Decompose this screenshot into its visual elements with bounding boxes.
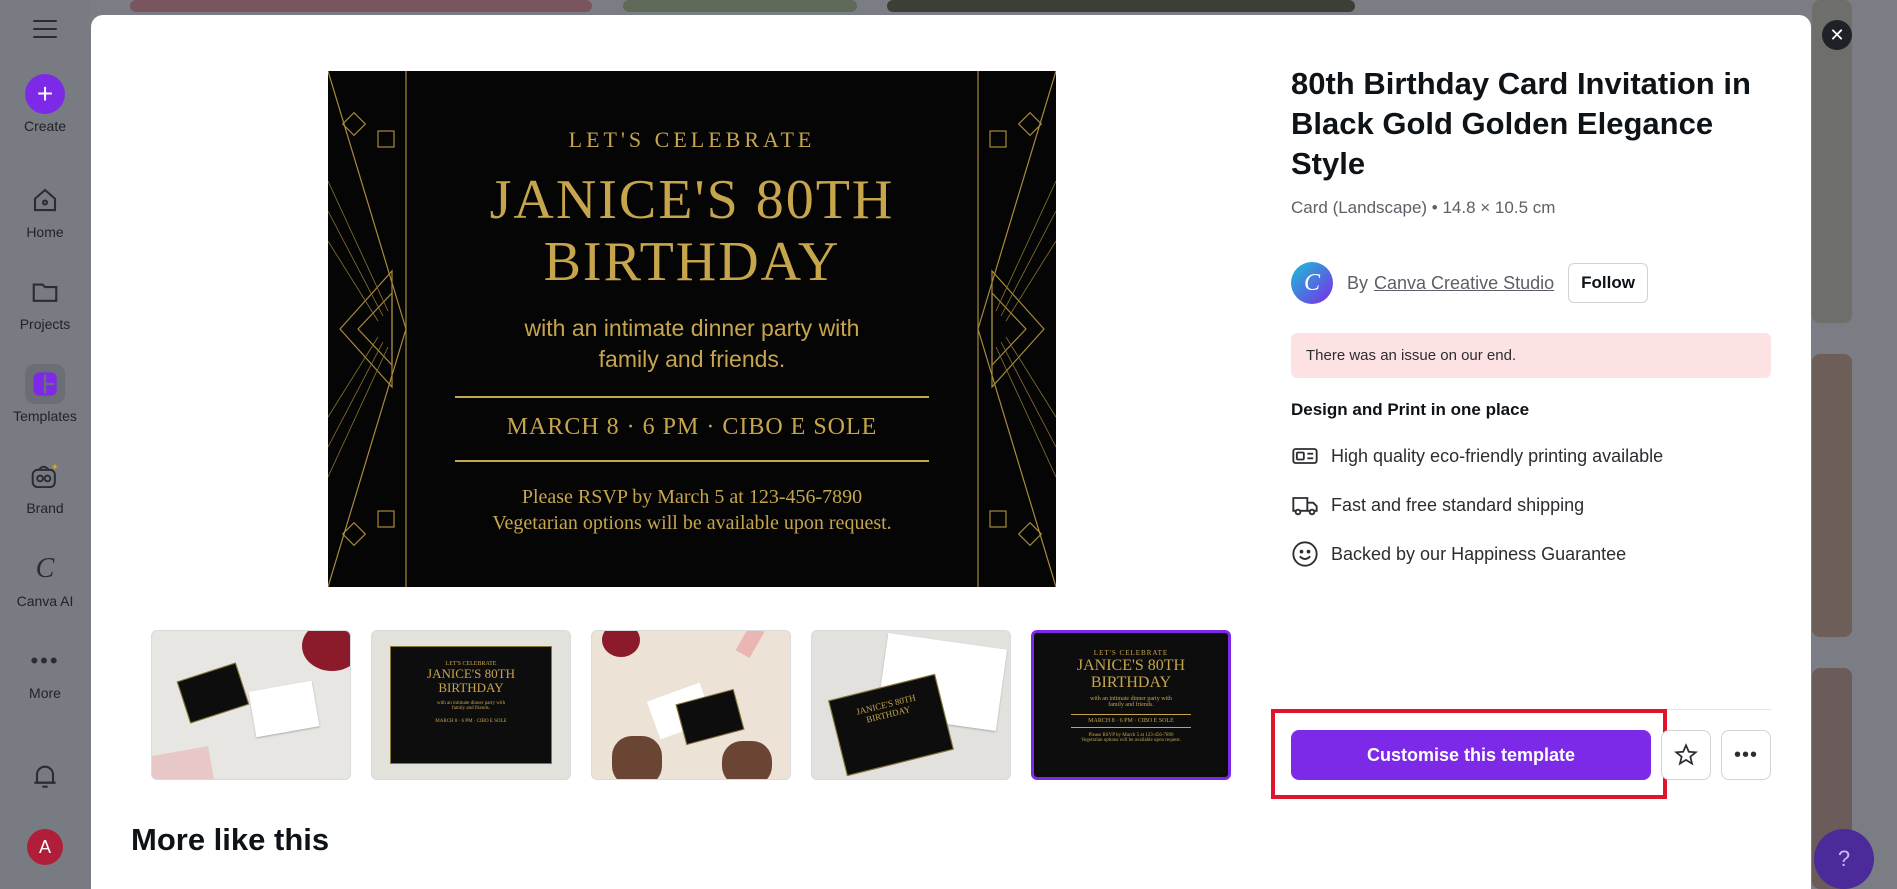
sidebar-item-home[interactable]: Home	[0, 180, 90, 240]
background-template-tile	[1856, 0, 1897, 889]
sidebar-item-canva-ai[interactable]: C Canva AI	[0, 549, 90, 609]
menu-icon[interactable]	[33, 20, 57, 40]
sidebar-item-brand[interactable]: Brand	[0, 456, 90, 516]
feature-text: Backed by our Happiness Guarantee	[1331, 543, 1627, 564]
thumbnail-mockup-flatlay[interactable]	[151, 630, 351, 780]
more-dots-icon: •••	[1733, 743, 1758, 766]
feature-shipping: Fast and free standard shipping	[1291, 490, 1584, 520]
canva-creative-studio-logo[interactable]: C	[1291, 262, 1333, 304]
close-icon: ✕	[1829, 25, 1845, 45]
feature-printing: High quality eco-friendly printing avail…	[1291, 441, 1663, 471]
preview-subtitle: with an intimate dinner party with famil…	[468, 313, 916, 375]
background-template-tile	[1812, 354, 1852, 637]
preview-rsvp-line: Vegetarian options will be available upo…	[492, 512, 892, 534]
star-icon	[1674, 743, 1698, 766]
notifications-bell-icon[interactable]	[29, 760, 61, 792]
sidebar-item-label: Projects	[19, 316, 71, 332]
template-title: 80th Birthday Card Invitation in Black G…	[1291, 66, 1751, 181]
sidebar-item-projects[interactable]: Projects	[0, 272, 90, 332]
left-sidebar: + Create Home Projects Templates Brand C…	[0, 0, 90, 889]
preview-rsvp: Please RSVP by March 5 at 123-456-7890 V…	[428, 484, 956, 536]
truck-icon	[1292, 497, 1318, 516]
follow-button[interactable]: Follow	[1568, 263, 1648, 303]
close-button[interactable]: ✕	[1822, 20, 1852, 50]
sidebar-item-label: Brand	[26, 500, 64, 516]
sidebar-item-label: Home	[26, 224, 64, 240]
section-heading: Design and Print in one place	[1291, 400, 1530, 419]
preview-title-line: BIRTHDAY	[543, 231, 841, 293]
template-meta: Card (Landscape) • 14.8 × 10.5 cm	[1291, 198, 1556, 217]
sidebar-item-more[interactable]: ••• More	[0, 641, 90, 701]
preview-title: JANICE'S 80TH BIRTHDAY	[328, 169, 1056, 293]
author-row: C By Canva Creative Studio Follow	[1291, 262, 1648, 304]
favorite-button[interactable]	[1661, 730, 1711, 780]
more-like-this-heading: More like this	[131, 822, 330, 857]
error-alert: There was an issue on our end.	[1291, 333, 1771, 378]
sidebar-item-label: Templates	[13, 408, 77, 424]
help-button[interactable]: ?	[1814, 829, 1874, 889]
preview-divider	[455, 396, 929, 398]
preview-subtitle-line: family and friends.	[598, 346, 786, 372]
plus-icon: +	[25, 74, 65, 114]
author-link[interactable]: Canva Creative Studio	[1374, 273, 1554, 294]
background-template-tile	[130, 0, 592, 12]
brand-icon	[25, 456, 65, 496]
preview-subtitle-line: with an intimate dinner party with	[524, 315, 860, 341]
folder-icon	[25, 272, 65, 312]
more-options-button[interactable]: •••	[1721, 730, 1771, 780]
preview-rsvp-line: Please RSVP by March 5 at 123-456-7890	[521, 486, 863, 508]
thumbnail-flat-card[interactable]: LET'S CELEBRATE JANICE'S 80TH BIRTHDAY wi…	[371, 630, 571, 780]
preview-kicker: LET'S CELEBRATE	[568, 127, 816, 152]
sidebar-item-label: More	[29, 685, 61, 701]
canva-ai-icon: C	[35, 553, 55, 584]
sidebar-item-templates[interactable]: Templates	[0, 364, 90, 424]
smiley-icon	[1292, 541, 1318, 567]
thumbnail-angled-card[interactable]: JANICE'S 80TH BIRTHDAY	[811, 630, 1011, 780]
home-icon	[25, 180, 65, 220]
highlight-box	[1271, 709, 1667, 799]
print-icon	[1292, 448, 1318, 464]
avatar[interactable]: A	[27, 829, 63, 865]
feature-text: High quality eco-friendly printing avail…	[1331, 445, 1664, 466]
feature-guarantee: Backed by our Happiness Guarantee	[1291, 539, 1626, 569]
feature-text: Fast and free standard shipping	[1331, 494, 1585, 515]
more-dots-icon: •••	[30, 648, 60, 673]
sidebar-item-label: Canva AI	[16, 593, 74, 609]
preview-date: MARCH 8 · 6 PM · CIBO E SOLE	[506, 414, 878, 440]
preview-title-line: JANICE'S 80TH	[489, 169, 895, 231]
thumbnail-selected[interactable]: LET'S CELEBRATE JANICE'S 80TH BIRTHDAY wi…	[1031, 630, 1231, 780]
template-preview: LET'S CELEBRATE JANICE'S 80TH BIRTHDAY w…	[328, 71, 1056, 587]
templates-icon	[25, 364, 65, 404]
thumbnail-hands-holding[interactable]	[591, 630, 791, 780]
preview-divider	[455, 460, 929, 462]
sidebar-item-label: Create	[23, 118, 67, 134]
background-template-tile	[623, 0, 857, 12]
sidebar-item-create[interactable]: + Create	[0, 74, 90, 134]
author-by-label: By	[1347, 272, 1369, 293]
background-template-tile	[887, 0, 1355, 12]
